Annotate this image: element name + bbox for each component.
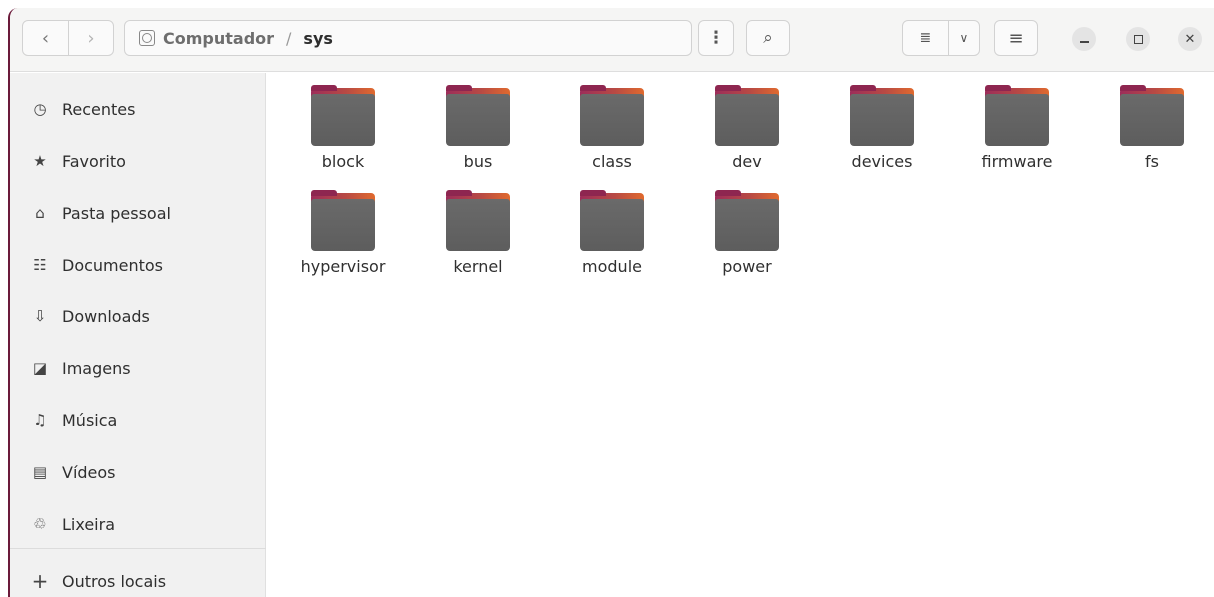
folder-label: firmware [981, 152, 1053, 171]
folder-label: hypervisor [300, 257, 386, 276]
folder-item-fs[interactable]: fs [1097, 77, 1207, 177]
main-menu-button[interactable]: ≡ [994, 20, 1038, 56]
view-toggle-group: ≣ ∨ [902, 20, 980, 56]
sidebar-item-outros-locais[interactable]: + Outros locais [10, 561, 266, 597]
plus-icon: + [31, 569, 49, 593]
list-view-button[interactable]: ≣ [903, 21, 948, 55]
sidebar-item-label: Documentos [62, 255, 164, 275]
maximize-button[interactable] [1126, 27, 1150, 51]
forward-button[interactable]: › [67, 21, 113, 55]
folder-item-devices[interactable]: devices [827, 77, 937, 177]
sidebar-item-documentos[interactable]: ☷ Documentos [10, 245, 266, 285]
hamburger-icon: ≡ [1008, 27, 1024, 49]
breadcrumb-computador[interactable]: Computador [163, 29, 274, 48]
file-manager-window: ‹ › Computador / sys ⋮ ⌕ ≣ ∨ ≡ ✕ ◷ Recen… [8, 8, 1214, 597]
document-icon: ☷ [33, 256, 47, 274]
sidebar-item-label: Pasta pessoal [62, 203, 171, 223]
sidebar-item-label: Vídeos [62, 462, 116, 482]
folder-label: power [722, 257, 772, 276]
folder-label: fs [1145, 152, 1159, 171]
folder-icon [311, 85, 375, 146]
home-icon: ⌂ [35, 204, 45, 222]
search-icon: ⌕ [763, 28, 773, 48]
image-icon: ◪ [32, 359, 48, 377]
folder-icon [1120, 85, 1184, 146]
sidebar-divider [10, 548, 266, 549]
path-bar[interactable]: Computador / sys [124, 20, 692, 56]
close-icon: ✕ [1184, 31, 1196, 47]
folder-item-module[interactable]: module [557, 182, 667, 282]
folder-label: module [582, 257, 642, 276]
folder-icon [715, 190, 779, 251]
sidebar-item-recentes[interactable]: ◷ Recentes [10, 89, 266, 129]
folder-label: kernel [453, 257, 503, 276]
folder-label: devices [851, 152, 913, 171]
sidebar-item-label: Outros locais [62, 571, 167, 591]
folder-icon [985, 85, 1049, 146]
folder-grid: block bus class dev devices firmware fs [267, 73, 1214, 597]
sidebar-item-label: Recentes [62, 99, 136, 119]
breadcrumb-sys[interactable]: sys [303, 29, 332, 48]
folder-item-hypervisor[interactable]: hypervisor [288, 182, 398, 282]
breadcrumb-separator: / [286, 28, 292, 48]
chevron-right-icon: › [87, 27, 95, 49]
view-options-dropdown[interactable]: ∨ [947, 21, 979, 55]
download-icon: ⇩ [33, 307, 47, 325]
drive-icon [139, 30, 155, 46]
folder-icon [715, 85, 779, 146]
close-button[interactable]: ✕ [1178, 27, 1202, 51]
navigation-buttons: ‹ › [22, 20, 114, 56]
folder-item-kernel[interactable]: kernel [423, 182, 533, 282]
minimize-icon [1079, 41, 1089, 43]
sidebar-item-label: Lixeira [62, 514, 116, 534]
folder-item-block[interactable]: block [288, 77, 398, 177]
sidebar-item-favorito[interactable]: ★ Favorito [10, 141, 266, 181]
minimize-button[interactable] [1072, 27, 1096, 51]
sidebar-item-imagens[interactable]: ◪ Imagens [10, 348, 266, 388]
sidebar-item-label: Downloads [62, 306, 150, 326]
folder-item-dev[interactable]: dev [692, 77, 802, 177]
back-button[interactable]: ‹ [23, 21, 68, 55]
folder-label: block [321, 152, 365, 171]
video-icon: ▤ [32, 463, 48, 481]
sidebar-item-label: Favorito [62, 151, 126, 171]
sidebar-item-lixeira[interactable]: ♲ Lixeira [10, 504, 266, 544]
sidebar-item-label: Música [62, 410, 118, 430]
folder-item-power[interactable]: power [692, 182, 802, 282]
folder-item-class[interactable]: class [557, 77, 667, 177]
list-view-icon: ≣ [919, 30, 932, 46]
folder-label: bus [463, 152, 493, 171]
folder-label: class [592, 152, 632, 171]
maximize-icon [1133, 34, 1143, 44]
folder-icon [850, 85, 914, 146]
folder-icon [446, 190, 510, 251]
header-bar: ‹ › Computador / sys ⋮ ⌕ ≣ ∨ ≡ ✕ [10, 8, 1214, 72]
sidebar-item-pasta-pessoal[interactable]: ⌂ Pasta pessoal [10, 193, 266, 233]
folder-icon [446, 85, 510, 146]
folder-icon [311, 190, 375, 251]
clock-icon: ◷ [33, 100, 47, 118]
vertical-dots-icon: ⋮ [707, 28, 725, 48]
chevron-down-icon: ∨ [959, 31, 969, 45]
sidebar-item-downloads[interactable]: ⇩ Downloads [10, 296, 266, 336]
sidebar-item-label: Imagens [62, 358, 131, 378]
folder-label: dev [732, 152, 762, 171]
folder-icon [580, 190, 644, 251]
search-button[interactable]: ⌕ [746, 20, 790, 56]
sidebar: ◷ Recentes ★ Favorito ⌂ Pasta pessoal ☷ … [10, 73, 266, 597]
path-menu-button[interactable]: ⋮ [698, 20, 734, 56]
chevron-left-icon: ‹ [41, 27, 50, 49]
music-icon: ♫ [33, 411, 47, 429]
folder-item-firmware[interactable]: firmware [962, 77, 1072, 177]
trash-icon: ♲ [33, 515, 47, 533]
star-icon: ★ [33, 152, 47, 170]
folder-icon [580, 85, 644, 146]
sidebar-item-videos[interactable]: ▤ Vídeos [10, 452, 266, 492]
sidebar-item-musica[interactable]: ♫ Música [10, 400, 266, 440]
folder-item-bus[interactable]: bus [423, 77, 533, 177]
